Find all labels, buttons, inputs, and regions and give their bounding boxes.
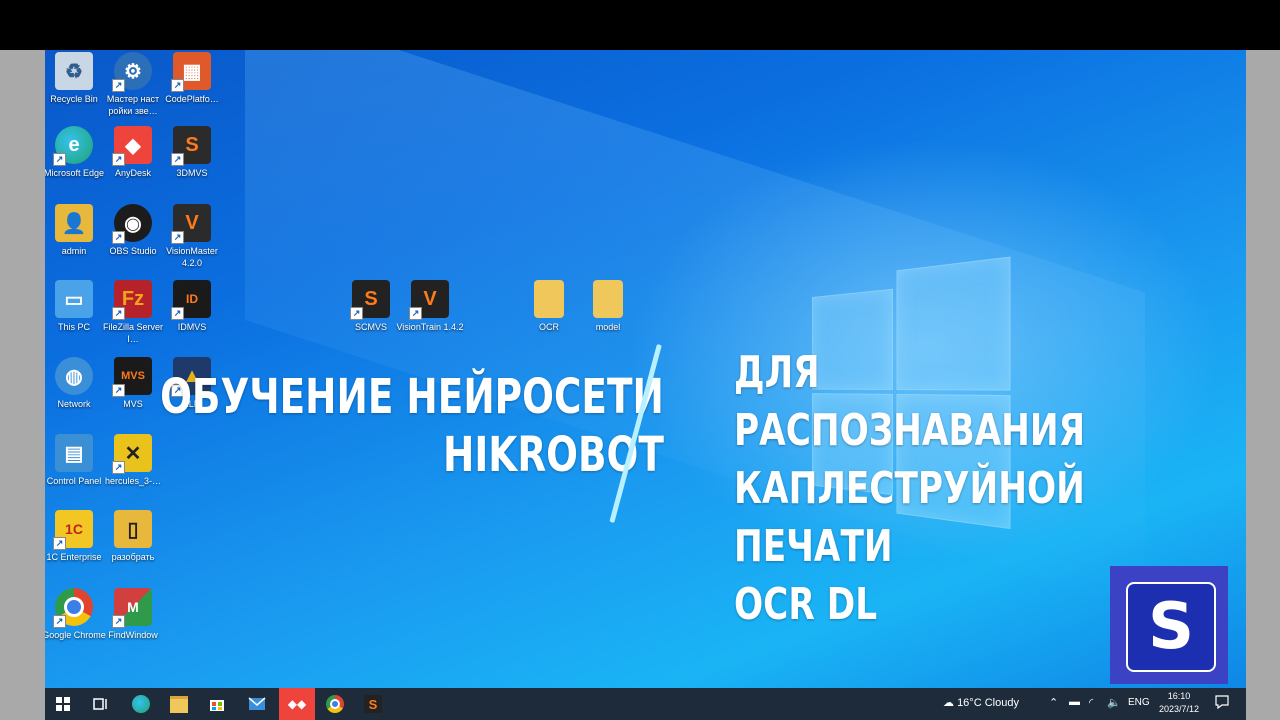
taskbar-mail[interactable] [243,692,271,716]
overlay-title-right: ДЛЯ РАСПОЗНАВАНИЯ КАПЛЕСТРУЙНОЙ ПЕЧАТИ O… [734,344,1160,634]
document-folder-icon: ▯ [114,510,152,548]
task-view-icon [93,698,107,710]
visiontrain-icon: V ↗ [409,280,449,320]
taskbar-file-explorer[interactable] [165,692,193,716]
chrome-icon: ↗ [53,588,93,628]
scmvs-icon: S ↗ [350,280,390,320]
tray-icon-app[interactable]: ▬ [1069,696,1080,708]
overlay-right-line1: ДЛЯ РАСПОЗНАВАНИЯ [734,347,1086,456]
icon-label: CodePlatfo… [165,94,219,104]
icon-label: разобрать [111,552,155,562]
settings-wizard-icon: ⚙ ↗ [112,52,152,92]
desktop-icon-3dmvs[interactable]: S ↗ 3DMVS [157,126,227,179]
code-platform-icon: ▦ ↗ [171,52,211,92]
overlay-left-line1: ОБУЧЕНИЕ НЕЙРОСЕТИ [160,369,664,425]
hercules-icon: ✕ ↗ [112,434,152,474]
user-folder-icon: 👤 [55,204,93,242]
taskbar-edge[interactable] [127,692,155,716]
icon-label: hercules_3-… [104,476,162,486]
anydesk-icon: ◆◆ [287,697,307,711]
mail-icon [248,697,266,710]
clock-time: 16:10 [1167,691,1191,701]
recycle-bin-icon: ♻ [55,52,93,90]
desktop-icon-idmvs[interactable]: ID ↗ IDMVS [157,280,227,333]
obs-icon: ◉ ↗ [112,204,152,244]
desktop-icon-visiontrain[interactable]: V ↗ VisionTrain 1.4.2 [395,280,465,333]
icon-label: VisionTrain 1.4.2 [396,322,464,332]
3dmvs-icon: S ↗ [171,126,211,166]
tray-network-button[interactable]: ◜ [1089,696,1093,709]
notifications-button[interactable] [1215,695,1229,712]
icon-label: IDMVS [177,322,207,332]
letterbox-top [0,0,1280,50]
desktop-icon-hercules[interactable]: ✕ ↗ hercules_3-… [98,434,168,487]
start-icon [56,697,70,711]
anydesk-icon: ◆ ↗ [112,126,152,166]
frame-right [1246,50,1280,720]
mvs-icon: MVS ↗ [112,357,152,397]
control-panel-icon: ▤ [55,434,93,472]
desktop-icon-codeplatform[interactable]: ▦ ↗ CodePlatfo… [157,52,227,105]
desktop-icon-visionmaster[interactable]: V ↗ VisionMaster 4.2.0 [157,204,227,269]
wifi-icon: ◜ [1089,697,1094,709]
icon-label: model [595,322,621,332]
network-icon: ◍ [55,357,93,395]
chevron-up-icon: ⌃ [1049,697,1059,709]
icon-label: 3DMVS [176,168,208,178]
brand-logo-inner: S [1126,582,1216,672]
brand-logo: S [1110,566,1228,684]
task-view-button[interactable] [87,692,115,716]
clock-date: 2023/7/12 [1158,704,1200,714]
folder-icon [593,280,623,318]
findwindow-icon: M ↗ [112,588,152,628]
icon-label: VisionMaster 4.2.0 [166,246,218,268]
taskbar-store[interactable] [203,692,231,716]
icon-label: FindWindow [108,630,158,640]
folder-icon [534,280,564,318]
language-indicator[interactable]: ENG [1128,697,1150,708]
overlay-right-line2: КАПЛЕСТРУЙНОЙ ПЕЧАТИ [734,463,1085,572]
idmvs-icon: ID ↗ [171,280,211,320]
tray-volume-button[interactable]: 🔈 [1107,696,1121,709]
clock[interactable]: 16:10 2023/7/12 [1157,690,1201,716]
chrome-icon [326,695,344,713]
1c-icon: 1С ↗ [53,510,93,550]
brand-logo-letter: S [1147,590,1195,664]
weather-text: 16°C Cloudy [957,697,1019,709]
taskbar-scmvs[interactable]: S [359,692,387,716]
visionmaster-icon: V ↗ [171,204,211,244]
desktop-icon-model-folder[interactable]: model [573,280,643,333]
frame-left [0,50,45,720]
desktop-icon-findwindow[interactable]: M ↗ FindWindow [98,588,168,641]
edge-icon [132,695,150,713]
this-pc-icon: ▭ [55,280,93,318]
weather-widget[interactable]: ☁ 16°C Cloudy [943,696,1019,709]
start-button[interactable] [49,692,77,716]
taskbar: ◆◆ S ☁ 16°C Cloudy ⌃ ▬ ◜ 🔈 ENG 16:10 202… [45,688,1246,720]
tray-app-icon: ▬ [1069,696,1080,708]
edge-icon: e ↗ [53,126,93,166]
cloud-icon: ☁ [943,697,954,709]
store-icon [210,700,224,711]
desktop-icon-razobrat[interactable]: ▯ разобрать [98,510,168,563]
overlay-title-left: ОБУЧЕНИЕ НЕЙРОСЕТИ HIKROBOT [160,368,664,484]
scmvs-icon: S [364,695,382,713]
show-hidden-icons-button[interactable]: ⌃ [1049,696,1058,709]
volume-icon: 🔈 [1107,697,1121,709]
notification-icon [1215,695,1229,710]
file-explorer-icon [170,695,188,713]
taskbar-chrome[interactable] [321,692,349,716]
overlay-left-line2: HIKROBOT [443,427,664,483]
overlay-right-line3: OCR DL [734,579,878,630]
filezilla-icon: Fz ↗ [112,280,152,320]
taskbar-anydesk[interactable]: ◆◆ [279,688,315,720]
